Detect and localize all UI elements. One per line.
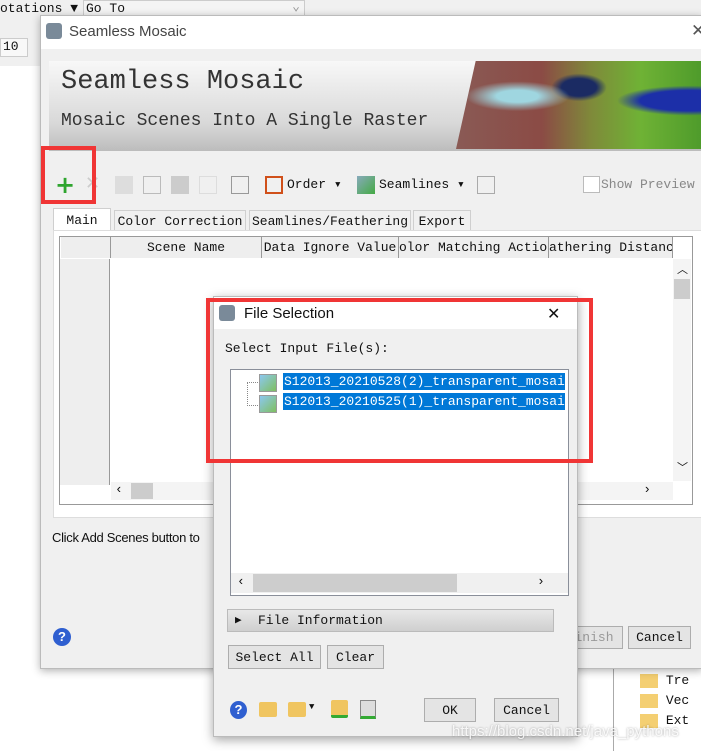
scroll-right-icon[interactable]: › — [643, 482, 651, 497]
banner-subtitle: Mosaic Scenes Into A Single Raster — [61, 111, 429, 131]
order-dropdown[interactable]: Order ▾ — [287, 177, 342, 192]
raster-file-icon — [259, 395, 277, 413]
tree-connector — [247, 382, 258, 406]
satellite-image — [456, 61, 701, 149]
tab-export[interactable]: Export — [413, 210, 471, 231]
row-header-column — [60, 259, 110, 485]
scroll-left-icon[interactable]: ‹ — [237, 574, 245, 589]
remote-connection-icon[interactable] — [360, 700, 376, 719]
tab-main[interactable]: Main — [53, 208, 111, 231]
expand-triangle-icon: ▶ — [235, 615, 242, 627]
goto-label: Go To — [86, 1, 126, 16]
tree-item[interactable]: Vec — [640, 693, 689, 708]
remove-icon[interactable]: ✕ — [85, 173, 100, 194]
dialog-title: File Selection — [244, 305, 335, 322]
scroll-down-icon[interactable]: ﹀ — [677, 459, 688, 475]
folder-icon — [640, 693, 658, 708]
ok-button[interactable]: OK — [424, 698, 476, 722]
layer-up-icon[interactable] — [115, 176, 133, 194]
layer-down-icon[interactable] — [171, 176, 189, 194]
file-information-label: File Information — [258, 613, 383, 628]
network-folder-icon[interactable] — [331, 700, 348, 718]
annotations-menu[interactable]: otations ▼ — [0, 1, 78, 16]
scroll-right-icon[interactable]: › — [537, 574, 545, 589]
folder-icon — [640, 673, 658, 688]
add-scenes-icon[interactable]: + — [55, 171, 75, 199]
seamlines-dropdown[interactable]: Seamlines ▾ — [379, 177, 465, 192]
raster-file-icon — [259, 374, 277, 392]
scroll-up-icon[interactable]: ︿ — [677, 261, 688, 277]
scroll-thumb[interactable] — [253, 574, 457, 592]
file-item[interactable]: S12013_20210528(2)_transparent_mosai — [283, 373, 565, 390]
help-icon[interactable]: ? — [53, 628, 71, 646]
file-selection-dialog: File Selection ✕ Select Input File(s): S… — [213, 296, 578, 737]
number-field[interactable]: 10 — [0, 38, 28, 57]
help-icon[interactable]: ? — [230, 701, 247, 719]
file-item[interactable]: S12013_20210525(1)_transparent_mosai — [283, 393, 565, 410]
watermark: https://blog.csdn.net/java_pythons — [452, 723, 679, 740]
app-icon — [46, 23, 62, 39]
scroll-left-icon[interactable]: ‹ — [115, 482, 123, 497]
app-icon — [219, 305, 235, 321]
file-information-expander[interactable]: ▶ File Information — [227, 609, 554, 632]
horizontal-scrollbar[interactable]: ‹ › — [231, 573, 568, 593]
close-icon[interactable]: ✕ — [547, 304, 560, 323]
layer-stack-icon[interactable] — [231, 176, 249, 194]
window-title: Seamless Mosaic — [69, 23, 187, 40]
select-all-button[interactable]: Select All — [228, 645, 321, 669]
banner-title: Seamless Mosaic — [61, 67, 305, 97]
tree-item[interactable]: Tre — [640, 673, 689, 688]
crop-icon[interactable] — [477, 176, 495, 194]
column-header-feathering-distance[interactable]: athering Distanc — [549, 237, 673, 258]
title-bar: File Selection ✕ — [214, 297, 577, 329]
cancel-button[interactable]: Cancel — [494, 698, 559, 722]
column-header-data-ignore-value[interactable]: Data Ignore Value — [262, 237, 399, 258]
tab-color-correction[interactable]: Color Correction — [114, 210, 246, 231]
file-tree[interactable]: S12013_20210528(2)_transparent_mosai S12… — [230, 369, 569, 596]
order-icon — [265, 176, 283, 194]
recent-files-icon[interactable] — [288, 702, 306, 717]
close-icon[interactable]: ✕ — [691, 21, 701, 41]
seamlines-icon — [357, 176, 375, 194]
chevron-down-icon[interactable]: ⌄ — [292, 0, 300, 14]
clear-button[interactable]: Clear — [327, 645, 384, 669]
select-input-label: Select Input File(s): — [225, 341, 389, 356]
banner: Seamless Mosaic Mosaic Scenes Into A Sin… — [49, 61, 701, 151]
column-header-color-matching-action[interactable]: olor Matching Actior — [399, 237, 549, 258]
vertical-scrollbar[interactable]: ︿ ﹀ — [673, 259, 691, 481]
scroll-thumb[interactable] — [674, 279, 690, 299]
hint-text: Click Add Scenes button to — [52, 530, 200, 545]
scroll-thumb[interactable] — [131, 483, 153, 499]
show-preview-checkbox[interactable] — [583, 176, 600, 193]
recent-dropdown-icon[interactable]: ▼ — [309, 702, 314, 712]
title-bar: Seamless Mosaic ✕ — [41, 16, 701, 49]
column-header-corner — [61, 237, 111, 258]
layer-copy-icon[interactable] — [143, 176, 161, 194]
show-preview-label: Show Preview — [601, 177, 695, 192]
layer-blank-icon[interactable] — [199, 176, 217, 194]
tab-seamlines-feathering[interactable]: Seamlines/Feathering — [249, 210, 411, 231]
cancel-button[interactable]: Cancel — [628, 626, 691, 649]
open-folder-icon[interactable] — [259, 702, 277, 717]
column-header-scene-name[interactable]: Scene Name — [111, 237, 262, 258]
